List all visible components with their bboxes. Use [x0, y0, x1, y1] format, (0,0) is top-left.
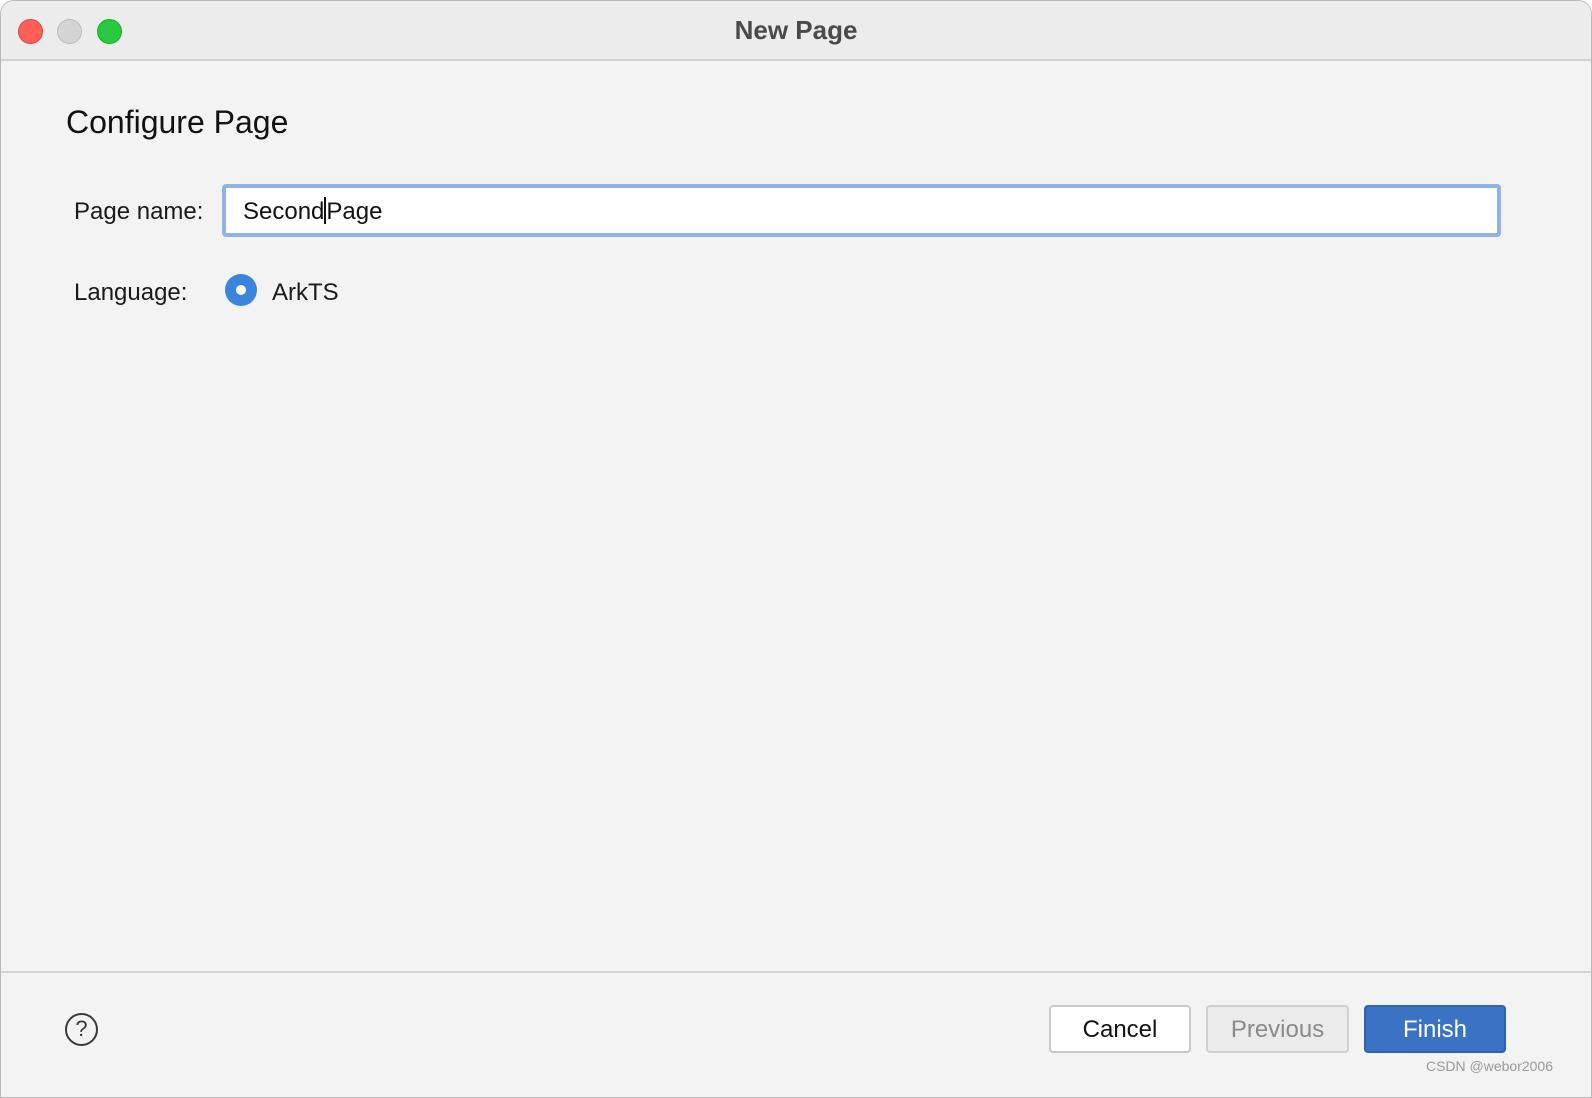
- language-arkts-radio[interactable]: [225, 274, 257, 306]
- language-label: Language:: [74, 279, 188, 306]
- page-name-value-after-caret: Page: [326, 198, 383, 225]
- help-icon[interactable]: ?: [65, 1013, 98, 1046]
- footer-divider: [1, 971, 1591, 973]
- page-name-value[interactable]: SecondPage: [243, 197, 382, 226]
- title-bar[interactable]: New Page: [1, 1, 1591, 61]
- section-title: Configure Page: [66, 104, 289, 140]
- page-name-value-before-caret: Second: [243, 198, 325, 225]
- previous-button[interactable]: Previous: [1206, 1005, 1349, 1053]
- language-arkts-label[interactable]: ArkTS: [272, 279, 339, 307]
- page-name-label: Page name:: [74, 198, 204, 225]
- radio-selected-dot: [236, 285, 246, 295]
- window-title: New Page: [734, 15, 858, 45]
- page-name-input[interactable]: SecondPage: [222, 184, 1501, 237]
- watermark: CSDN @webor2006: [1425, 1058, 1553, 1074]
- finish-button[interactable]: Finish: [1364, 1005, 1506, 1053]
- new-page-dialog: New Page Configure Page Page name: Secon…: [0, 0, 1592, 1098]
- cancel-button[interactable]: Cancel: [1049, 1005, 1191, 1053]
